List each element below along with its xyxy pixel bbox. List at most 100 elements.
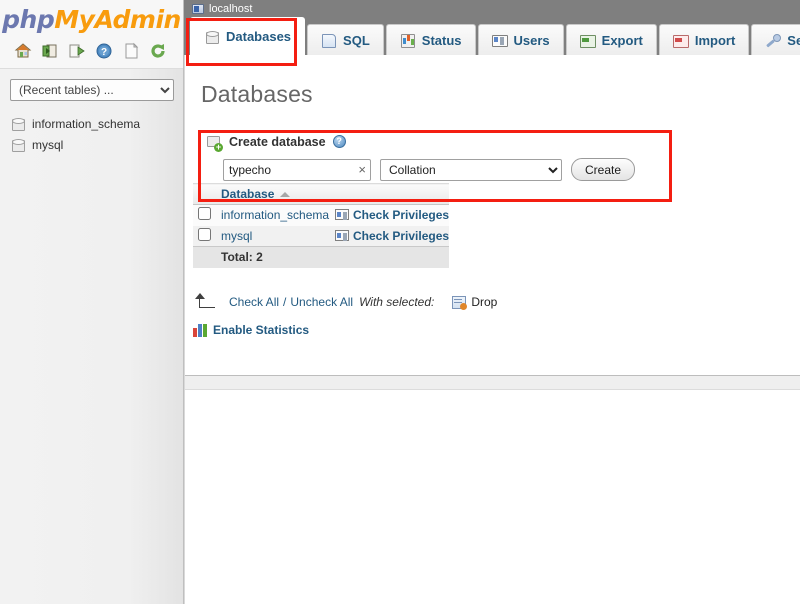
logout-icon[interactable] — [41, 42, 59, 60]
column-header-privileges — [333, 183, 450, 205]
check-privileges-link[interactable]: Check Privileges — [353, 208, 449, 222]
with-selected-label: With selected: — [359, 295, 435, 309]
bulk-actions-row: Check All / Uncheck All With selected: D… — [193, 293, 497, 311]
row-database-name[interactable]: information_schema — [215, 205, 333, 226]
action-separator: / — [283, 295, 287, 309]
logo-admin-text: Admin — [94, 5, 181, 34]
tab-label: Users — [513, 32, 550, 48]
column-header-database-label: Database — [221, 187, 275, 201]
row-checkbox[interactable] — [197, 207, 211, 221]
tab-label: Status — [421, 32, 462, 48]
sidebar-database-list: information_schema mysql — [0, 109, 183, 155]
privileges-icon — [335, 209, 349, 221]
select-arrow-icon — [193, 293, 221, 311]
page-title: Databases — [201, 81, 313, 107]
export-icon[interactable] — [68, 42, 86, 60]
create-database-button[interactable]: Create — [571, 158, 636, 181]
enable-statistics-row[interactable]: Enable Statistics — [193, 323, 309, 337]
docs-icon[interactable] — [122, 42, 140, 60]
total-spacer — [193, 246, 215, 268]
table-header-row: Database — [193, 183, 450, 205]
clear-input-icon[interactable]: × — [358, 162, 366, 178]
create-database-form: × Collation Create — [199, 149, 673, 181]
logo-my-text: My — [54, 5, 95, 34]
sidebar-quick-nav: ? — [0, 36, 183, 69]
sidebar-db-label: information_schema — [32, 116, 141, 131]
tab-label: Import — [694, 32, 736, 48]
tab-settings[interactable]: Settings — [751, 24, 800, 55]
sidebar-db-label: mysql — [32, 137, 64, 152]
home-icon[interactable] — [14, 42, 32, 60]
create-database-panel: Create database ? × Collation Create — [199, 130, 673, 181]
table-total-row: Total: 2 — [193, 246, 450, 268]
users-icon — [491, 33, 508, 47]
tab-export[interactable]: Export — [565, 24, 657, 55]
database-icon — [204, 30, 219, 44]
drop-label: Drop — [471, 295, 498, 309]
server-icon — [192, 3, 204, 14]
row-privileges-cell: Check Privileges — [333, 226, 449, 247]
create-database-label: Create database — [229, 134, 326, 149]
sort-ascending-icon — [280, 191, 291, 197]
recent-tables-container: (Recent tables) ... — [0, 69, 183, 109]
tab-import[interactable]: Import — [658, 24, 750, 55]
status-icon — [400, 33, 415, 48]
enable-statistics-link[interactable]: Enable Statistics — [213, 323, 309, 337]
database-add-icon — [207, 134, 223, 152]
sidebar: phpMyAdmin ? (Recent tables) ... informa… — [0, 0, 184, 604]
total-spacer-right — [333, 246, 450, 268]
database-icon — [12, 138, 25, 152]
server-name: localhost — [209, 2, 253, 15]
column-header-database[interactable]: Database — [215, 183, 333, 205]
databases-table: Database information_schema Check Privil… — [193, 183, 450, 268]
create-database-legend: Create database ? — [199, 130, 673, 152]
tab-sql[interactable]: SQL — [307, 24, 384, 55]
tab-label: Databases — [226, 29, 292, 44]
help-icon[interactable]: ? — [95, 42, 113, 60]
uncheck-all-link[interactable]: Uncheck All — [290, 295, 353, 309]
row-checkbox[interactable] — [197, 227, 211, 241]
check-all-link[interactable]: Check All — [229, 295, 279, 309]
collation-select[interactable]: Collation — [380, 158, 562, 181]
server-breadcrumb: localhost — [184, 0, 800, 17]
row-checkbox-cell — [193, 226, 215, 247]
databases-table-head: Database — [193, 183, 450, 205]
tab-users[interactable]: Users — [477, 24, 564, 55]
import-icon — [672, 33, 689, 48]
settings-icon — [765, 33, 782, 47]
total-label: Total: 2 — [215, 246, 333, 268]
table-row[interactable]: information_schema Check Privileges — [193, 204, 450, 226]
sidebar-item-information_schema[interactable]: information_schema — [12, 113, 183, 134]
help-icon[interactable]: ? — [332, 135, 346, 148]
database-icon — [12, 117, 25, 131]
logo-php-text: php — [2, 5, 55, 34]
export-icon — [579, 33, 596, 48]
tab-databases[interactable]: Databases — [190, 17, 306, 55]
main-tabbar: Databases SQL Status Users Export Import… — [184, 17, 800, 55]
sidebar-item-mysql[interactable]: mysql — [12, 134, 183, 155]
reload-icon[interactable] — [149, 42, 167, 60]
main-content: Databases Create database ? × Collation … — [184, 55, 800, 604]
check-privileges-link[interactable]: Check Privileges — [353, 229, 449, 243]
app-logo[interactable]: phpMyAdmin — [0, 0, 183, 36]
tab-label: SQL — [343, 32, 370, 48]
privileges-icon — [335, 229, 349, 241]
row-checkbox-cell — [193, 205, 215, 226]
column-header-checkbox — [193, 183, 215, 205]
recent-tables-select[interactable]: (Recent tables) ... — [10, 79, 174, 101]
tab-status[interactable]: Status — [385, 24, 476, 55]
table-row[interactable]: mysql Check Privileges — [193, 225, 450, 247]
drop-icon — [452, 295, 468, 310]
tab-label: Export — [601, 32, 643, 48]
statistics-icon — [193, 323, 207, 337]
drop-action[interactable]: Drop — [452, 295, 498, 310]
row-database-name[interactable]: mysql — [215, 226, 333, 247]
databases-table-body: information_schema Check Privileges mysq… — [193, 204, 450, 268]
sql-icon — [321, 33, 337, 48]
svg-text:?: ? — [101, 47, 107, 58]
row-privileges-cell: Check Privileges — [333, 205, 449, 226]
tab-label: Settings — [787, 32, 800, 48]
phpmyadmin-window: phpMyAdmin ? (Recent tables) ... informa… — [0, 0, 800, 604]
footer-bar — [185, 376, 800, 390]
database-name-input[interactable] — [223, 158, 371, 181]
